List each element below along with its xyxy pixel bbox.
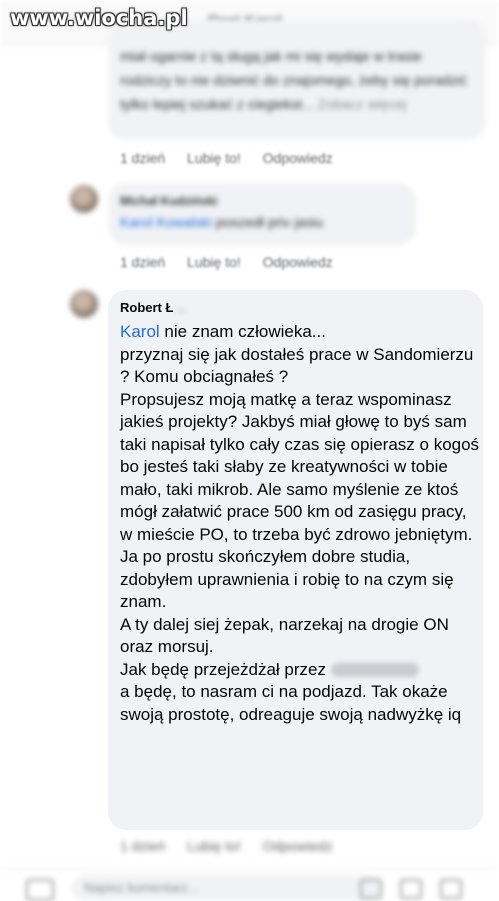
comment-3-author[interactable]: Robert Ł: [120, 300, 173, 315]
comment-bubble-2: Michał Kudziński Karol Kowalski poszedł …: [108, 183, 416, 245]
comment-1-actions: 1 dzień Lubię to! Odpowiedz: [120, 150, 351, 166]
gif-icon[interactable]: [360, 879, 382, 899]
comment-2-text: poszedł priv jasiu: [211, 214, 324, 230]
comment-3-author-redacted: ...: [175, 300, 187, 315]
camera-icon[interactable]: [26, 879, 54, 901]
comment-3-reply-button[interactable]: Odpowiedz: [263, 838, 333, 854]
comment-2-like-button[interactable]: Lubię to!: [187, 254, 241, 270]
comment-2-tag[interactable]: Karol Kowalski: [120, 214, 212, 230]
comment-3-time: 1 dzień: [120, 838, 166, 854]
comment-3-tag[interactable]: Karol: [120, 322, 160, 341]
comment-3-text-b: a będę, to nasram ci na podjazd. Tak oka…: [120, 682, 462, 724]
comment-3-like-button[interactable]: Lubię to!: [187, 838, 241, 854]
comment-3-text-a: nie znam człowieka... przyznaj się jak d…: [120, 322, 480, 679]
emoji-icon[interactable]: [440, 879, 462, 899]
watermark: www.wiocha.pl: [10, 6, 188, 30]
comment-2-time: 1 dzień: [120, 254, 166, 270]
comment-bubble-3: Robert Ł... Karol nie znam człowieka... …: [108, 290, 483, 830]
comment-1-reply-button[interactable]: Odpowiedz: [263, 150, 333, 166]
avatar[interactable]: [70, 185, 98, 213]
comment-2-author[interactable]: Michał Kudziński: [120, 194, 217, 208]
avatar[interactable]: [70, 290, 98, 318]
comment-2-reply-button[interactable]: Odpowiedz: [263, 254, 333, 270]
comment-1-text: miał ogarnie z tą sługą jak mi się wydaj…: [120, 48, 468, 112]
comment-3-body: Karol nie znam człowieka... przyznaj się…: [120, 321, 480, 726]
see-more-link[interactable]: Zobacz więcej: [318, 96, 407, 112]
comment-input[interactable]: Napisz komentarz...: [72, 875, 382, 901]
comment-bubble-1: miał ogarnie z tą sługą jak mi się wydaj…: [108, 20, 486, 140]
comment-1-time: 1 dzień: [120, 150, 166, 166]
redacted-location: [330, 663, 419, 678]
comment-composer: Napisz komentarz...: [0, 868, 499, 901]
comment-2-actions: 1 dzień Lubię to! Odpowiedz: [120, 254, 351, 270]
comment-3-actions: 1 dzień Lubię to! Odpowiedz: [120, 838, 351, 854]
sticker-icon[interactable]: [400, 879, 422, 899]
comment-1-like-button[interactable]: Lubię to!: [187, 150, 241, 166]
